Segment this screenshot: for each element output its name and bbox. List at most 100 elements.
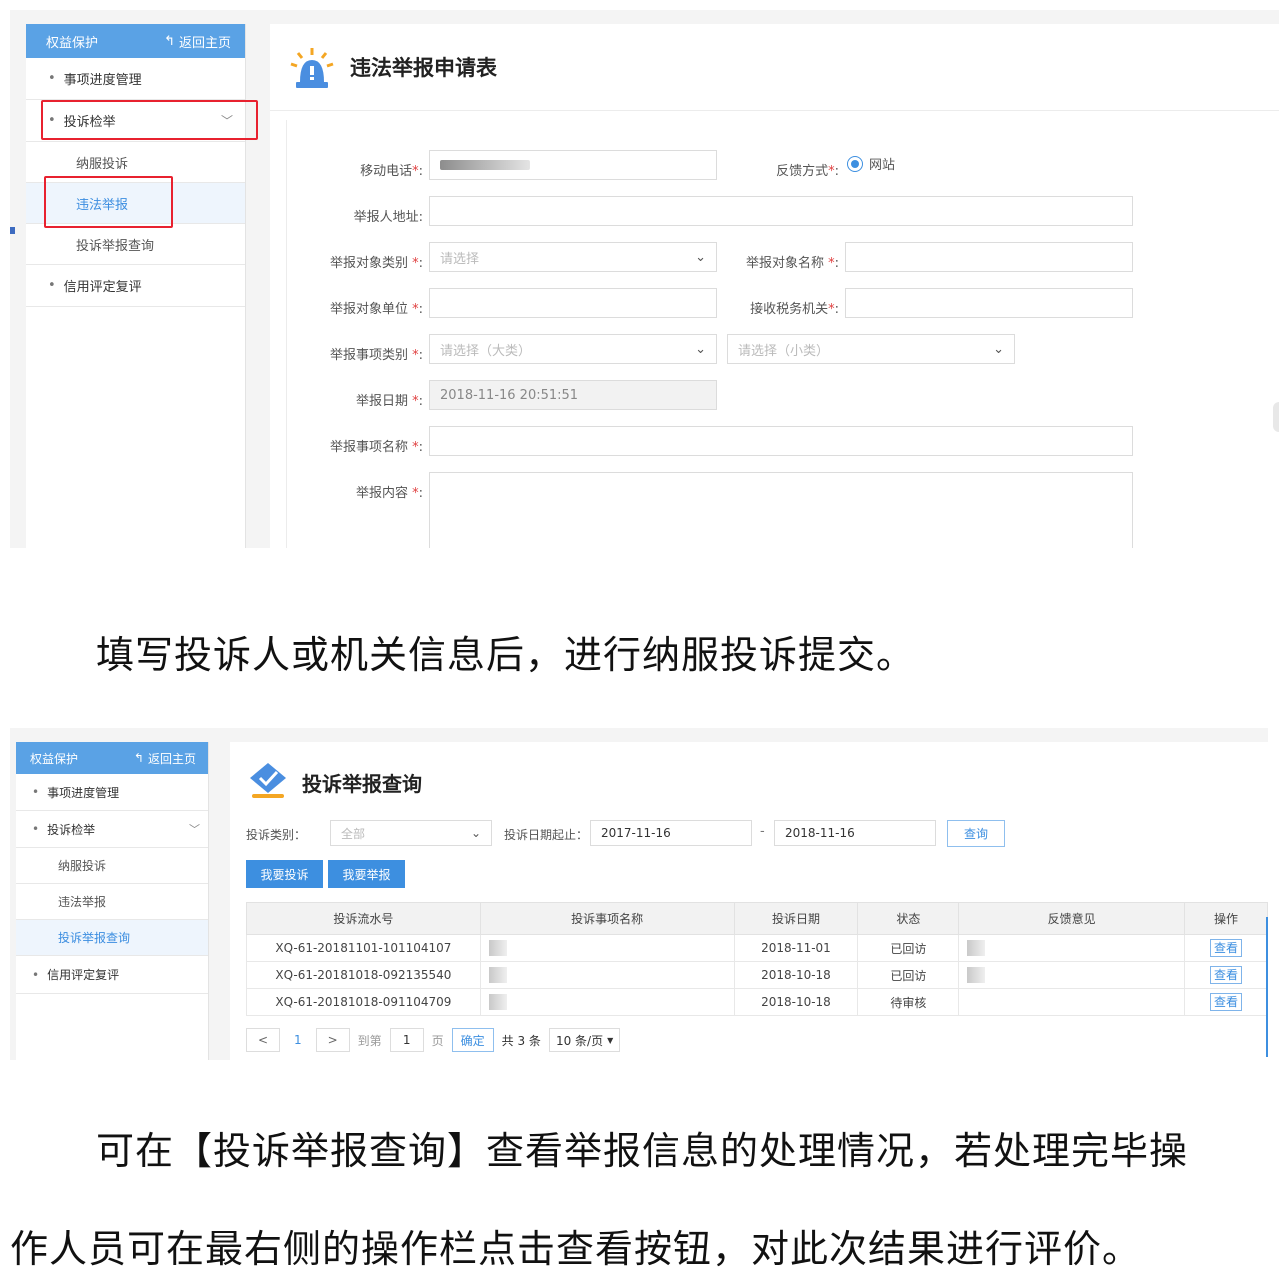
action-cell: 查看	[1184, 961, 1268, 989]
type-filter-select[interactable]: 全部 ⌄	[330, 820, 492, 846]
view-button[interactable]: 查看	[1210, 966, 1243, 984]
page-number[interactable]: 1	[288, 1033, 308, 1047]
feedback-cell	[958, 934, 1186, 962]
sidebar-item-progress[interactable]: • 事项进度管理	[26, 58, 245, 100]
date-cell: 2018-10-18	[733, 988, 859, 1016]
date-input: 2018-11-16 20:51:51	[429, 380, 717, 410]
alarm-icon	[290, 48, 334, 88]
file-report-button[interactable]: 我要举报	[328, 860, 405, 888]
address-label: 举报人地址:	[353, 210, 423, 225]
bullet-icon: •	[32, 785, 40, 799]
date-separator: -	[760, 824, 765, 839]
masked-text	[967, 940, 986, 956]
date-from-input[interactable]: 2017-11-16	[590, 820, 752, 846]
paragraph-2-line-2: 作人员可在最右侧的操作栏点击查看按钮，对此次结果进行评价。	[10, 1227, 1142, 1270]
back-home-link[interactable]: ↰ 返回主页	[164, 32, 231, 51]
serial-cell: XQ-61-20181018-092135540	[246, 961, 481, 989]
sidebar-item-credit[interactable]: • 信用评定复评	[26, 265, 245, 307]
goto-label: 到第	[357, 1033, 382, 1048]
form-panel: 违法举报申请表 移动电话*: 反馈方式*: 网站 举报人地址: 举报对象类别 *…	[270, 24, 1279, 548]
file-complaint-button[interactable]: 我要投诉	[246, 860, 323, 888]
type-filter-label: 投诉类别：	[246, 828, 307, 842]
next-page-button[interactable]: >	[315, 1028, 350, 1052]
table-row: XQ-61-20181018-091104709 2018-10-18 待审核 …	[246, 988, 1268, 1016]
content-textarea[interactable]	[429, 472, 1133, 548]
column-header: 投诉事项名称	[479, 902, 735, 935]
highlight-box	[41, 100, 258, 140]
column-header: 状态	[857, 902, 960, 935]
right-edge-line	[1266, 917, 1268, 1057]
tax-office-input[interactable]	[845, 288, 1133, 318]
sidebar-subitem-service-complaint[interactable]: 纳服投诉	[16, 848, 208, 884]
masked-phone	[440, 160, 530, 170]
feedback-label: 反馈方式*:	[776, 164, 839, 179]
matter-name-input[interactable]	[429, 426, 1133, 456]
date-to-input[interactable]: 2018-11-16	[774, 820, 936, 846]
masked-text	[967, 967, 986, 983]
page-title: 投诉举报查询	[302, 772, 422, 796]
page-size-select[interactable]: 10 条/页 ▼	[548, 1028, 621, 1052]
page-title: 违法举报申请表	[350, 56, 497, 80]
sidebar-item-progress[interactable]: • 事项进度管理	[16, 774, 208, 811]
prev-page-button[interactable]: <	[246, 1028, 280, 1052]
target-name-input[interactable]	[845, 242, 1133, 272]
radio-checked-icon	[847, 155, 863, 172]
query-panel: 投诉举报查询 投诉类别： 全部 ⌄ 投诉日期起止： 2017-11-16 - 2…	[230, 742, 1268, 1060]
query-button[interactable]: 查询	[947, 820, 1005, 847]
sidebar-header: 权益保护 ↰ 返回主页	[26, 24, 245, 58]
back-arrow-icon: ↰	[164, 33, 175, 49]
matter-big-select[interactable]: 请选择（大类） ⌄	[429, 334, 717, 364]
back-home-link[interactable]: ↰ 返回主页	[134, 750, 196, 767]
sidebar: 权益保护 ↰ 返回主页 • 事项进度管理 • 投诉检举 ﹀ 纳服投诉 违法举报 …	[16, 742, 209, 1060]
matter-name-label: 举报事项名称 *:	[329, 440, 423, 455]
sidebar-subitem-query[interactable]: 投诉举报查询	[26, 224, 245, 265]
matter-cell	[479, 934, 735, 962]
action-cell: 查看	[1184, 934, 1268, 962]
feedback-cell	[958, 961, 1186, 989]
table-row: XQ-61-20181101-101104107 2018-11-01 已回访 …	[246, 934, 1268, 962]
target-name-label: 举报对象名称 *:	[745, 256, 839, 271]
masked-text	[488, 967, 507, 983]
matter-small-select[interactable]: 请选择（小类） ⌄	[727, 334, 1015, 364]
feedback-radio-website[interactable]: 网站	[847, 154, 895, 173]
column-header: 反馈意见	[958, 902, 1186, 935]
status-cell: 待审核	[857, 988, 960, 1016]
paragraph-2-line-1: 可在【投诉举报查询】查看举报信息的处理情况，若处理完毕操	[96, 1129, 1189, 1173]
target-unit-input[interactable]	[429, 288, 717, 318]
address-input[interactable]	[429, 196, 1133, 226]
highlight-box	[44, 176, 173, 228]
sidebar-header: 权益保护 ↰ 返回主页	[16, 742, 208, 774]
sidebar-subitem-query[interactable]: 投诉举报查询	[16, 920, 208, 956]
matter-cell	[479, 961, 735, 989]
bullet-icon: •	[32, 822, 40, 836]
masked-text	[488, 940, 507, 956]
status-cell: 已回访	[857, 934, 960, 962]
chevron-down-icon: ﹀	[189, 823, 200, 836]
date-label: 举报日期 *:	[355, 394, 423, 409]
goto-page-input[interactable]: 1	[389, 1028, 424, 1052]
sidebar-item-credit[interactable]: • 信用评定复评	[16, 956, 208, 994]
view-button[interactable]: 查看	[1210, 939, 1243, 957]
results-table: 投诉流水号 投诉事项名称 投诉日期 状态 反馈意见 操作 XQ-61-20181…	[246, 902, 1268, 1016]
bullet-icon: •	[48, 71, 56, 86]
sidebar-item-complaint[interactable]: • 投诉检举 ﹀	[16, 811, 208, 848]
chevron-down-icon: ⌄	[993, 341, 1004, 357]
chevron-down-icon: ⌄	[470, 826, 481, 840]
date-range-label: 投诉日期起止：	[504, 828, 589, 842]
title-divider	[270, 110, 1279, 111]
caret-down-icon: ▼	[607, 1035, 614, 1045]
sidebar-header-title: 权益保护	[46, 35, 99, 51]
serial-cell: XQ-61-20181101-101104107	[246, 934, 481, 962]
sidebar-subitem-illegal-report[interactable]: 违法举报	[16, 884, 208, 920]
goto-confirm-button[interactable]: 确定	[451, 1028, 494, 1052]
edge-marker	[10, 227, 15, 234]
sidebar-header-title: 权益保护	[30, 751, 79, 766]
total-count: 共 3 条	[501, 1033, 541, 1048]
target-type-select[interactable]: 请选择 ⌄	[429, 242, 717, 272]
bullet-icon: •	[48, 278, 56, 293]
content-label: 举报内容 *:	[355, 486, 423, 501]
chevron-down-icon: ⌄	[695, 249, 706, 265]
mobile-input[interactable]	[429, 150, 717, 180]
scroll-handle[interactable]	[1273, 402, 1279, 432]
view-button[interactable]: 查看	[1210, 993, 1243, 1011]
